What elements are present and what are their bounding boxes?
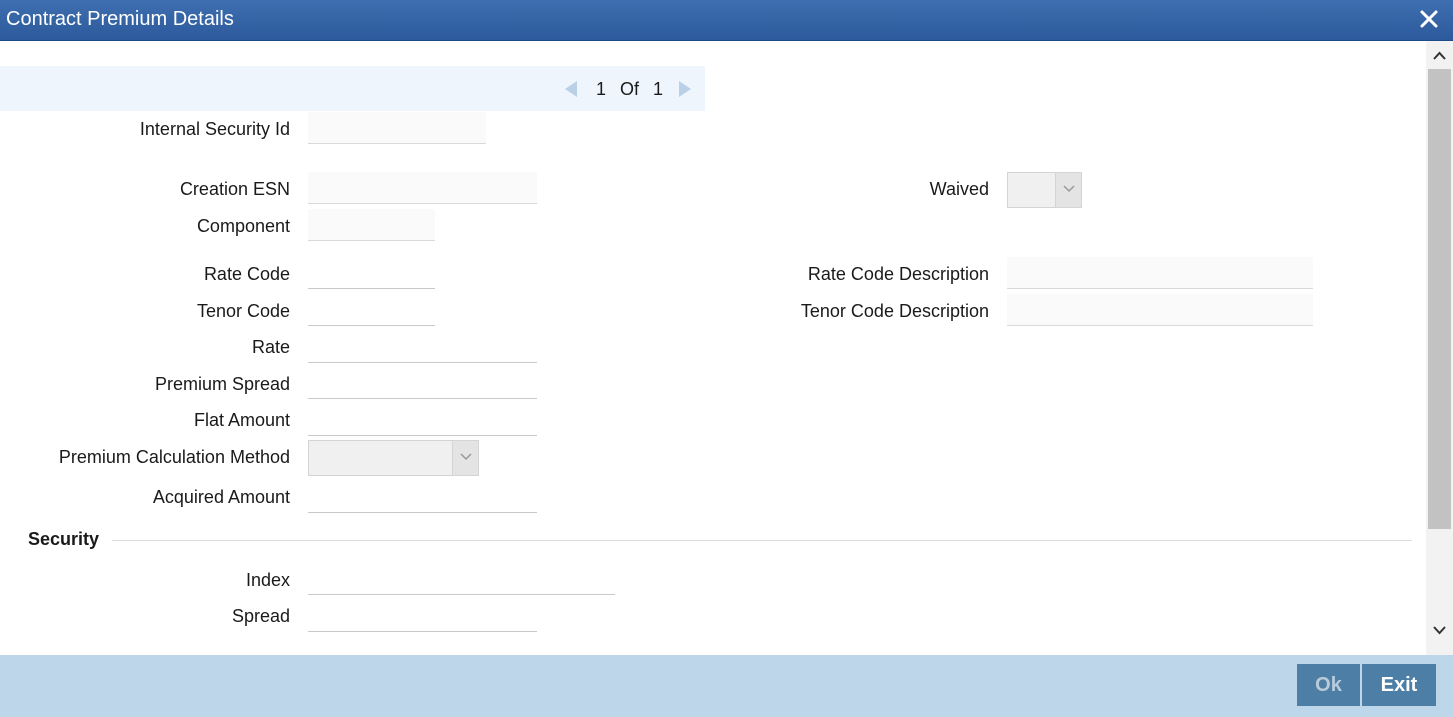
component-field[interactable] (308, 209, 435, 241)
creation-esn-field[interactable] (308, 172, 537, 204)
dialog-footer: Ok Exit (0, 655, 1453, 717)
premium-spread-field[interactable] (308, 367, 537, 399)
scrollbar-thumb[interactable] (1428, 69, 1451, 529)
chevron-down-icon (1055, 173, 1081, 207)
waived-select[interactable] (1007, 172, 1082, 208)
flat-amount-field[interactable] (308, 404, 537, 436)
scroll-down-icon[interactable] (1426, 619, 1453, 641)
premium-calculation-method-label: Premium Calculation Method (58, 447, 290, 467)
pager-total: 1 (653, 79, 664, 99)
internal-security-id-field[interactable] (308, 112, 486, 144)
pager-current: 1 (596, 79, 607, 99)
window-title: Contract Premium Details (6, 8, 234, 30)
title-bar: Contract Premium Details (0, 0, 1453, 41)
vertical-scrollbar[interactable] (1426, 41, 1453, 655)
premium-calculation-method-select[interactable] (308, 440, 479, 476)
tenor-code-field[interactable] (308, 294, 435, 326)
tenor-code-label: Tenor Code (196, 301, 290, 321)
rate-label: Rate (251, 337, 290, 357)
rate-code-field[interactable] (308, 257, 435, 289)
close-icon[interactable] (1417, 7, 1441, 31)
ok-button[interactable]: Ok (1297, 664, 1360, 706)
rate-code-label: Rate Code (203, 264, 290, 284)
rate-field[interactable] (308, 331, 537, 363)
flat-amount-label: Flat Amount (193, 410, 290, 430)
creation-esn-label: Creation ESN (179, 179, 290, 199)
premium-spread-label: Premium Spread (154, 374, 290, 394)
chevron-down-icon (452, 441, 478, 475)
security-section-title: Security (28, 529, 100, 549)
rate-code-description-label: Rate Code Description (807, 264, 989, 284)
previous-record-icon[interactable] (562, 79, 582, 99)
tenor-code-description-field[interactable] (1007, 294, 1313, 326)
acquired-amount-field[interactable] (308, 481, 537, 513)
record-pager: 1 Of 1 (0, 66, 705, 111)
exit-button[interactable]: Exit (1362, 664, 1436, 706)
acquired-amount-label: Acquired Amount (152, 487, 290, 507)
component-label: Component (196, 216, 290, 236)
rate-code-description-field[interactable] (1007, 257, 1313, 289)
spread-field[interactable] (308, 600, 537, 632)
scroll-up-icon[interactable] (1426, 45, 1453, 67)
pager-of-label: Of (620, 79, 640, 99)
internal-security-id-label: Internal Security Id (139, 119, 290, 139)
tenor-code-description-label: Tenor Code Description (800, 301, 989, 321)
index-field[interactable] (308, 563, 615, 595)
waived-label: Waived (929, 179, 989, 199)
form-content: 1 Of 1 Internal Security Id Creation ESN… (0, 41, 1426, 655)
spread-label: Spread (231, 606, 290, 626)
index-label: Index (245, 570, 290, 590)
next-record-icon[interactable] (674, 79, 694, 99)
section-divider (112, 540, 1412, 541)
